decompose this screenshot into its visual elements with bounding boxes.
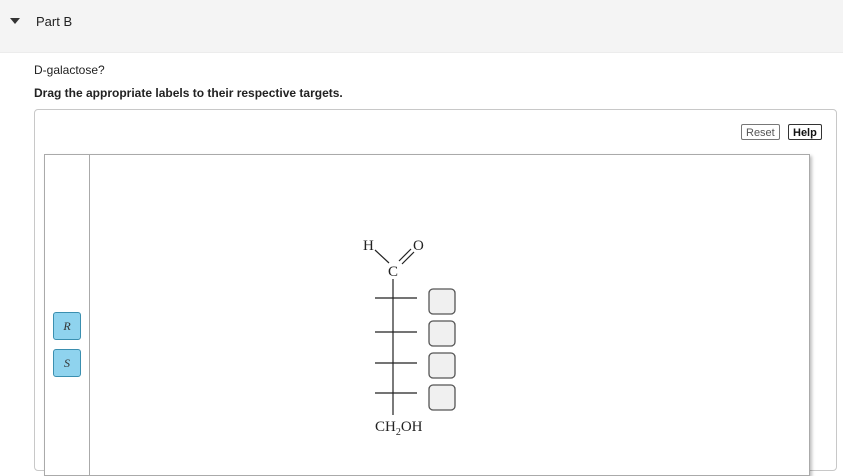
ch2oh-label: CH2OH: [375, 419, 423, 438]
collapse-caret-icon[interactable]: [10, 18, 20, 24]
instruction-text: Drag the appropriate labels to their res…: [34, 86, 343, 100]
question-text: D-galactose?: [34, 63, 105, 77]
drop-target-c4[interactable]: [428, 352, 456, 379]
drop-target-c3[interactable]: [428, 320, 456, 347]
drop-target-c2[interactable]: [428, 288, 456, 315]
help-button[interactable]: Help: [788, 124, 822, 140]
carbonyl-c-label: C: [388, 264, 398, 280]
aldehyde-o-label: O: [413, 238, 424, 254]
part-title: Part B: [36, 14, 73, 29]
reset-button[interactable]: Reset: [741, 124, 780, 140]
drag-drop-workspace: Reset Help R S H O C CH2OH: [34, 109, 837, 476]
fischer-projection: H O C CH2OH: [363, 238, 456, 438]
aldehyde-h-label: H: [363, 238, 374, 254]
c-h-bond: [374, 249, 390, 264]
drop-target-c5[interactable]: [428, 384, 456, 411]
part-header[interactable]: Part B: [0, 0, 843, 53]
c-o-double-bond-1: [398, 248, 412, 262]
c-o-double-bond-2: [401, 251, 415, 265]
drawing-canvas: R S H O C CH2OH: [44, 154, 810, 476]
